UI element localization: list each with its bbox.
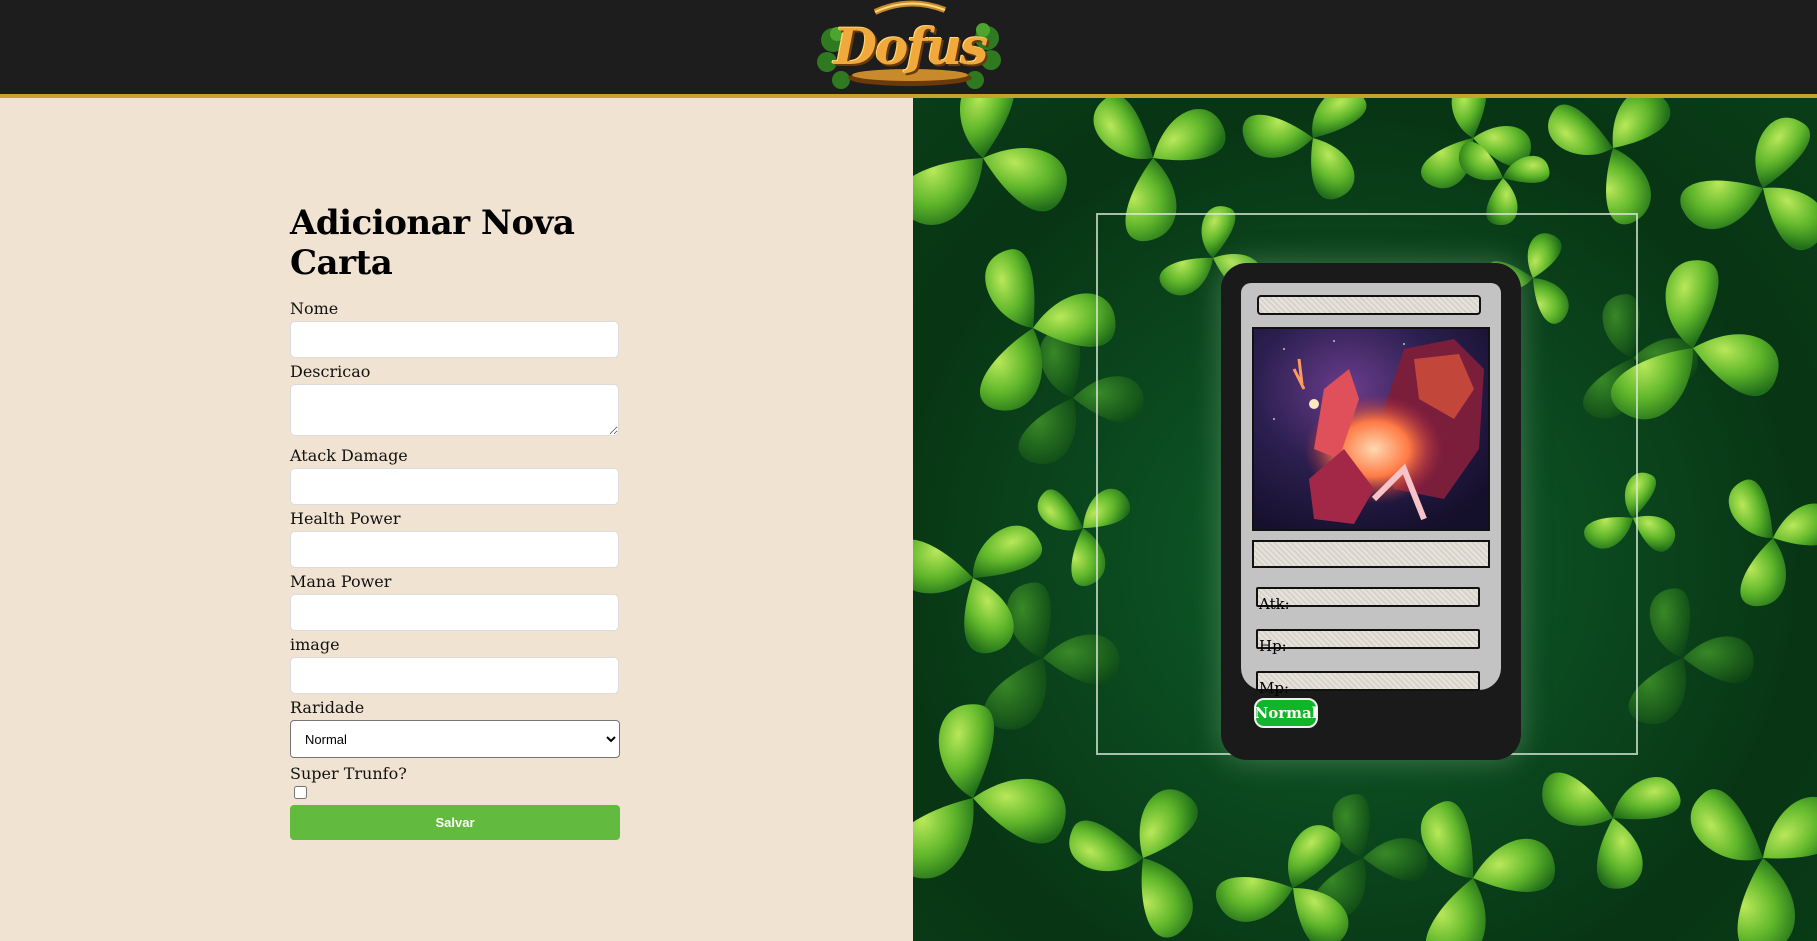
raridade-label: Raridade xyxy=(290,698,365,717)
health-power-label: Health Power xyxy=(290,509,401,528)
logo-text: Dofus xyxy=(833,16,989,76)
card-atk-label: Atk: xyxy=(1259,595,1290,613)
image-label: image xyxy=(290,635,340,654)
atack-damage-input[interactable] xyxy=(290,468,619,505)
card-image xyxy=(1252,327,1490,531)
card-mp-label: Mp: xyxy=(1259,679,1290,697)
top-header: Dofus xyxy=(0,0,1817,98)
card-name-field xyxy=(1257,295,1481,315)
super-trunfo-label: Super Trunfo? xyxy=(290,764,407,783)
health-power-input[interactable] xyxy=(290,531,619,568)
mana-power-label: Mana Power xyxy=(290,572,392,591)
atack-damage-label: Atack Damage xyxy=(290,446,408,465)
descricao-label: Descricao xyxy=(290,362,371,381)
image-input[interactable] xyxy=(290,657,619,694)
card-mp-field: Mp: xyxy=(1256,671,1480,697)
super-trunfo-checkbox[interactable] xyxy=(294,786,307,799)
add-card-form: Adicionar Nova Carta Nome Descricao Atac… xyxy=(290,203,621,840)
card-rarity-badge: Normal xyxy=(1254,698,1318,728)
dofus-logo[interactable]: Dofus xyxy=(815,0,1005,92)
nome-label: Nome xyxy=(290,299,339,318)
descricao-textarea[interactable] xyxy=(290,384,619,436)
nome-input[interactable] xyxy=(290,321,619,358)
raridade-select[interactable]: Normal xyxy=(290,720,620,758)
card-preview: Atk: Hp: Mp: Normal xyxy=(1221,263,1521,760)
card-atk-field: Atk: xyxy=(1256,587,1480,613)
card-hp-field: Hp: xyxy=(1256,629,1480,655)
save-button[interactable]: Salvar xyxy=(290,805,620,840)
card-preview-panel: Atk: Hp: Mp: Normal xyxy=(913,98,1817,941)
page-title: Adicionar Nova Carta xyxy=(290,203,575,283)
fiery-creature-artwork-icon xyxy=(1254,329,1488,529)
card-hp-label: Hp: xyxy=(1259,637,1287,655)
card-description-field xyxy=(1252,540,1490,568)
form-panel: Adicionar Nova Carta Nome Descricao Atac… xyxy=(0,98,913,941)
mana-power-input[interactable] xyxy=(290,594,619,631)
